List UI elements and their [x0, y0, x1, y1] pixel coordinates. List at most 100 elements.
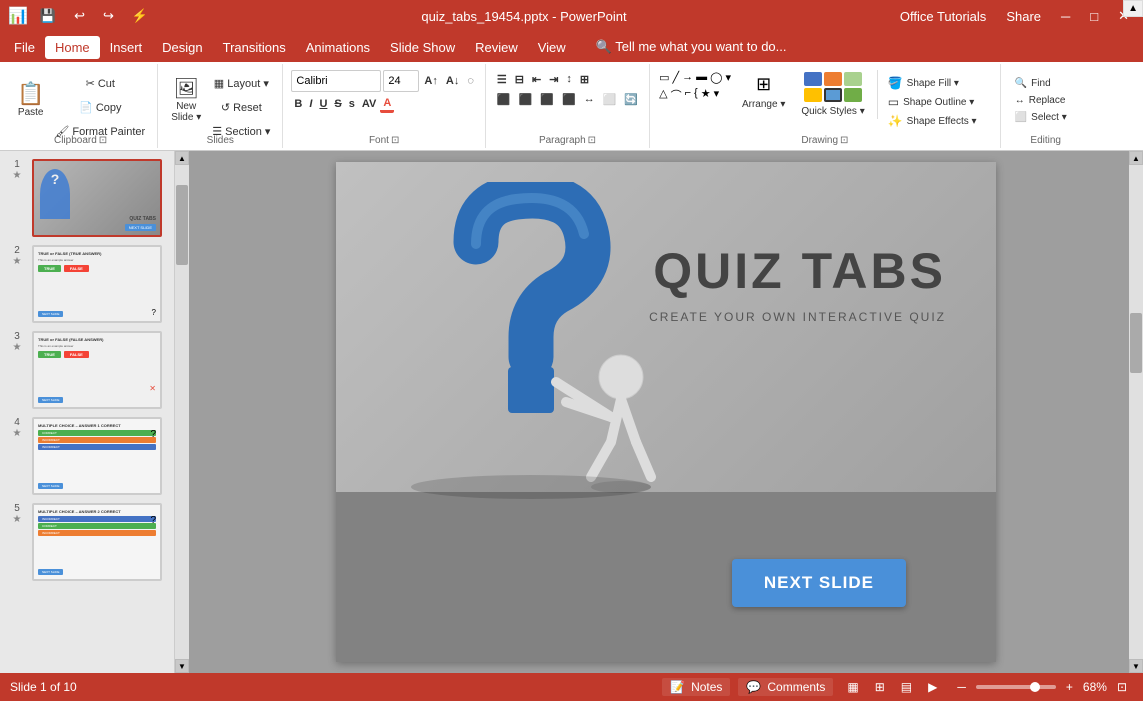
copy-button[interactable]: 📄 Copy [51, 96, 149, 118]
zoom-slider-thumb[interactable] [1030, 682, 1040, 692]
scrollbar-down-button[interactable]: ▼ [175, 659, 189, 673]
shape-curved[interactable]: ⌒ [670, 86, 683, 104]
clear-format-button[interactable]: ◌ [464, 72, 477, 90]
select-button[interactable]: ⬜Select ▾ [1009, 110, 1073, 125]
numbering-button[interactable]: ⊟ [512, 70, 527, 88]
view-slide-sorter-button[interactable]: ⊞ [869, 678, 891, 696]
font-expand-icon[interactable]: ⊡ [391, 135, 399, 146]
font-color-button[interactable]: A [380, 95, 394, 113]
shape-arrow[interactable]: → [681, 70, 694, 85]
bold-button[interactable]: B [291, 95, 305, 113]
menu-animations[interactable]: Animations [296, 36, 380, 59]
paragraph-expand-icon[interactable]: ⊡ [588, 135, 596, 146]
menu-home[interactable]: Home [45, 36, 100, 59]
slide-1-thumbnail[interactable]: ? QUIZ TABS NEXT SLIDE [32, 159, 162, 237]
view-normal-button[interactable]: ▦ [841, 678, 864, 696]
share-button[interactable]: Share [1000, 7, 1047, 26]
paste-button[interactable]: 📋 Paste [12, 68, 49, 130]
convert-button[interactable]: 🔄 [621, 90, 641, 108]
quick-styles-button[interactable]: Quick Styles ▾ [795, 104, 870, 119]
canvas-scroll-down[interactable]: ▼ [1129, 659, 1143, 673]
canvas-scrollbar-v[interactable]: ▲ ▼ [1129, 151, 1143, 673]
shape-tri[interactable]: △ [658, 86, 668, 104]
view-slideshow-button[interactable]: ▶ [922, 678, 943, 696]
menu-review[interactable]: Review [465, 36, 528, 59]
menu-insert[interactable]: Insert [100, 36, 153, 59]
new-slide-button[interactable]: 🖼 New Slide ▾ [166, 68, 206, 130]
menu-design[interactable]: Design [152, 36, 212, 59]
slide-thumb-1[interactable]: 1 ★ ? QUIZ TABS NEXT SLIDE [6, 159, 168, 237]
layout-button[interactable]: ▦ Layout ▾ [208, 72, 274, 94]
customize-button[interactable]: ⚡ [126, 6, 154, 26]
scrollbar-thumb[interactable] [176, 185, 188, 265]
zoom-slider[interactable] [976, 685, 1056, 689]
align-text-button[interactable]: ⬜ [600, 90, 620, 108]
shape-effects-button[interactable]: ✨ Shape Effects ▾ [882, 112, 992, 130]
clipboard-expand-icon[interactable]: ⊡ [99, 135, 107, 146]
notes-button[interactable]: 📝 Notes [662, 678, 730, 696]
char-spacing-button[interactable]: AV [359, 95, 379, 113]
shape-star[interactable]: ★ [700, 86, 712, 104]
shape-line[interactable]: ╱ [672, 70, 681, 85]
menu-file[interactable]: File [4, 36, 45, 59]
menu-transitions[interactable]: Transitions [213, 36, 296, 59]
shape-outline-button[interactable]: ▭ Shape Outline ▾ [882, 93, 992, 111]
shape-oval[interactable]: ◯ [709, 70, 723, 85]
redo-button[interactable]: ↪ [97, 6, 120, 26]
justify-button[interactable]: ⬛ [559, 90, 579, 108]
shape-bend[interactable]: ⌐ [684, 86, 692, 104]
slide-3-thumbnail[interactable]: TRUE or FALSE (FALSE ANSWER) This is an … [32, 331, 162, 409]
slide-thumb-3[interactable]: 3 ★ TRUE or FALSE (FALSE ANSWER) This is… [6, 331, 168, 409]
increase-font-button[interactable]: A↑ [421, 72, 440, 90]
shape-fill-button[interactable]: 🪣 Shape Fill ▾ [882, 74, 992, 92]
text-dir-button[interactable]: ↔ [581, 90, 598, 108]
collapse-ribbon-btn[interactable]: ▲ [1123, 0, 1143, 17]
drawing-expand-icon[interactable]: ⊡ [840, 135, 848, 146]
view-reading-button[interactable]: ▤ [895, 678, 918, 696]
shape-more[interactable]: ▾ [724, 70, 732, 85]
cut-button[interactable]: ✂ Cut [51, 72, 149, 94]
underline-button[interactable]: U [316, 95, 330, 113]
menu-view[interactable]: View [528, 36, 576, 59]
decrease-font-button[interactable]: A↓ [443, 72, 462, 90]
shape-rect2[interactable]: ▬ [695, 70, 708, 85]
slide-canvas[interactable]: QUIZ TABS CREATE YOUR OWN INTERACTIVE QU… [336, 162, 996, 662]
shadow-button[interactable]: s [346, 95, 358, 113]
shape-more2[interactable]: ▾ [713, 86, 721, 104]
line-spacing-button[interactable]: ↕ [563, 70, 575, 88]
zoom-in-button[interactable]: + [1060, 678, 1079, 696]
slide-thumb-5[interactable]: 5 ★ MULTIPLE CHOICE – ANSWER 2 CORRECT I… [6, 503, 168, 581]
arrange-button[interactable]: Arrange ▾ [736, 97, 791, 112]
italic-button[interactable]: I [306, 95, 315, 113]
slide-thumb-4[interactable]: 4 ★ MULTIPLE CHOICE – ANSWER 1 CORRECT C… [6, 417, 168, 495]
next-slide-button[interactable]: NEXT SLIDE [732, 559, 906, 607]
replace-button[interactable]: ↔Replace [1009, 93, 1073, 108]
zoom-out-button[interactable]: ─ [951, 678, 972, 696]
strikethrough-button[interactable]: S [331, 95, 344, 113]
align-left-button[interactable]: ⬛ [494, 90, 514, 108]
slide-panel-scrollbar[interactable]: ▲ ▼ [175, 151, 189, 673]
slide-4-thumbnail[interactable]: MULTIPLE CHOICE – ANSWER 1 CORRECT CORRE… [32, 417, 162, 495]
fit-slide-button[interactable]: ⊡ [1111, 678, 1133, 696]
font-size-input[interactable] [383, 70, 419, 92]
slide-thumb-2[interactable]: 2 ★ TRUE or FALSE (TRUE ANSWER) This is … [6, 245, 168, 323]
find-button[interactable]: 🔍Find [1009, 76, 1073, 91]
reset-button[interactable]: ↺ Reset [208, 96, 274, 118]
indent-more-button[interactable]: ⇥ [546, 70, 561, 88]
office-tutorials-button[interactable]: Office Tutorials [894, 7, 992, 26]
scrollbar-up-button[interactable]: ▲ [175, 151, 189, 165]
indent-less-button[interactable]: ⇤ [529, 70, 544, 88]
align-right-button[interactable]: ⬛ [537, 90, 557, 108]
align-center-button[interactable]: ⬛ [516, 90, 536, 108]
slide-5-thumbnail[interactable]: MULTIPLE CHOICE – ANSWER 2 CORRECT INCOR… [32, 503, 162, 581]
restore-button[interactable]: □ [1084, 7, 1104, 26]
columns-button[interactable]: ⊞ [577, 70, 592, 88]
bullets-button[interactable]: ☰ [494, 70, 510, 88]
shape-bracket[interactable]: { [693, 86, 699, 104]
comments-button[interactable]: 💬 Comments [738, 678, 833, 696]
font-name-input[interactable] [291, 70, 381, 92]
shape-rect[interactable]: ▭ [658, 70, 670, 85]
slide-2-thumbnail[interactable]: TRUE or FALSE (TRUE ANSWER) This is an e… [32, 245, 162, 323]
canvas-scroll-thumb[interactable] [1130, 313, 1142, 373]
save-button[interactable]: 💾 [34, 6, 62, 26]
